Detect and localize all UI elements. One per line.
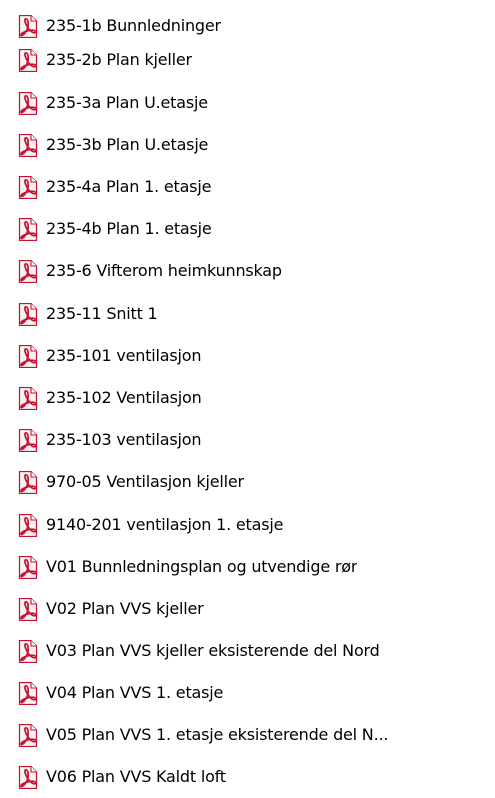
pdf-file-icon — [18, 259, 38, 283]
file-name: 235-3a Plan U.etasje — [46, 93, 208, 112]
pdf-file-icon — [18, 175, 38, 199]
file-name: 235-6 Vifterom heimkunnskap — [46, 261, 282, 280]
file-name: 235-4b Plan 1. etasje — [46, 219, 212, 238]
file-list-item[interactable]: 9140-201 ventilasjon 1. etasje — [18, 508, 493, 542]
file-list-item[interactable]: 235-11 Snitt 1 — [18, 297, 493, 331]
file-name: 235-102 Ventilasjon — [46, 388, 202, 407]
file-list-item[interactable]: V05 Plan VVS 1. etasje eksisterende del … — [18, 718, 493, 752]
file-list: 235-1b Bunnledninger 235-2b Plan kjeller… — [0, 0, 495, 798]
file-name: 235-101 ventilasjon — [46, 346, 202, 365]
pdf-file-icon — [18, 14, 38, 38]
pdf-file-icon — [18, 302, 38, 326]
pdf-file-icon — [18, 428, 38, 452]
file-name: 235-103 ventilasjon — [46, 430, 202, 449]
file-name: 235-11 Snitt 1 — [46, 304, 158, 323]
file-list-item[interactable]: V03 Plan VVS kjeller eksisterende del No… — [18, 634, 493, 668]
pdf-file-icon — [18, 765, 38, 789]
file-list-item[interactable]: 235-101 ventilasjon — [18, 339, 493, 373]
file-name: V01 Bunnledningsplan og utvendige rør — [46, 557, 358, 576]
file-list-item[interactable]: V02 Plan VVS kjeller — [18, 592, 493, 626]
file-name: 235-2b Plan kjeller — [46, 50, 192, 69]
pdf-file-icon — [18, 470, 38, 494]
file-name: V02 Plan VVS kjeller — [46, 599, 204, 618]
file-list-item[interactable]: V06 Plan VVS Kaldt loft — [18, 760, 493, 794]
file-list-item[interactable]: V01 Bunnledningsplan og utvendige rør — [18, 550, 493, 584]
pdf-file-icon — [18, 48, 38, 72]
file-name: V03 Plan VVS kjeller eksisterende del No… — [46, 641, 380, 660]
file-list-item[interactable]: 235-3a Plan U.etasje — [18, 86, 493, 120]
file-list-item[interactable]: 235-6 Vifterom heimkunnskap — [18, 254, 493, 288]
pdf-file-icon — [18, 597, 38, 621]
file-name: 235-4a Plan 1. etasje — [46, 177, 212, 196]
pdf-file-icon — [18, 133, 38, 157]
file-name: 235-3b Plan U.etasje — [46, 135, 209, 154]
file-name: 9140-201 ventilasjon 1. etasje — [46, 515, 284, 534]
pdf-file-icon — [18, 639, 38, 663]
file-list-item[interactable]: V04 Plan VVS 1. etasje — [18, 676, 493, 710]
pdf-file-icon — [18, 681, 38, 705]
file-list-item[interactable]: 235-102 Ventilasjon — [18, 381, 493, 415]
file-name: 970-05 Ventilasjon kjeller — [46, 472, 244, 491]
file-list-item[interactable]: 235-103 ventilasjon — [18, 423, 493, 457]
pdf-file-icon — [18, 513, 38, 537]
pdf-file-icon — [18, 723, 38, 747]
pdf-file-icon — [18, 386, 38, 410]
pdf-file-icon — [18, 217, 38, 241]
pdf-file-icon — [18, 91, 38, 115]
file-name: 235-1b Bunnledninger — [46, 16, 221, 35]
file-list-item[interactable]: 970-05 Ventilasjon kjeller — [18, 465, 493, 499]
file-list-item[interactable]: 235-4b Plan 1. etasje — [18, 212, 493, 246]
file-list-item[interactable]: 235-2b Plan kjeller — [18, 43, 493, 77]
file-list-item[interactable]: 235-1b Bunnledninger — [18, 9, 493, 43]
pdf-file-icon — [18, 344, 38, 368]
file-list-item[interactable]: 235-3b Plan U.etasje — [18, 128, 493, 162]
file-name: V05 Plan VVS 1. etasje eksisterende del … — [46, 725, 389, 744]
file-name: V04 Plan VVS 1. etasje — [46, 683, 224, 702]
file-list-item[interactable]: 235-4a Plan 1. etasje — [18, 170, 493, 204]
pdf-file-icon — [18, 555, 38, 579]
file-name: V06 Plan VVS Kaldt loft — [46, 767, 226, 786]
